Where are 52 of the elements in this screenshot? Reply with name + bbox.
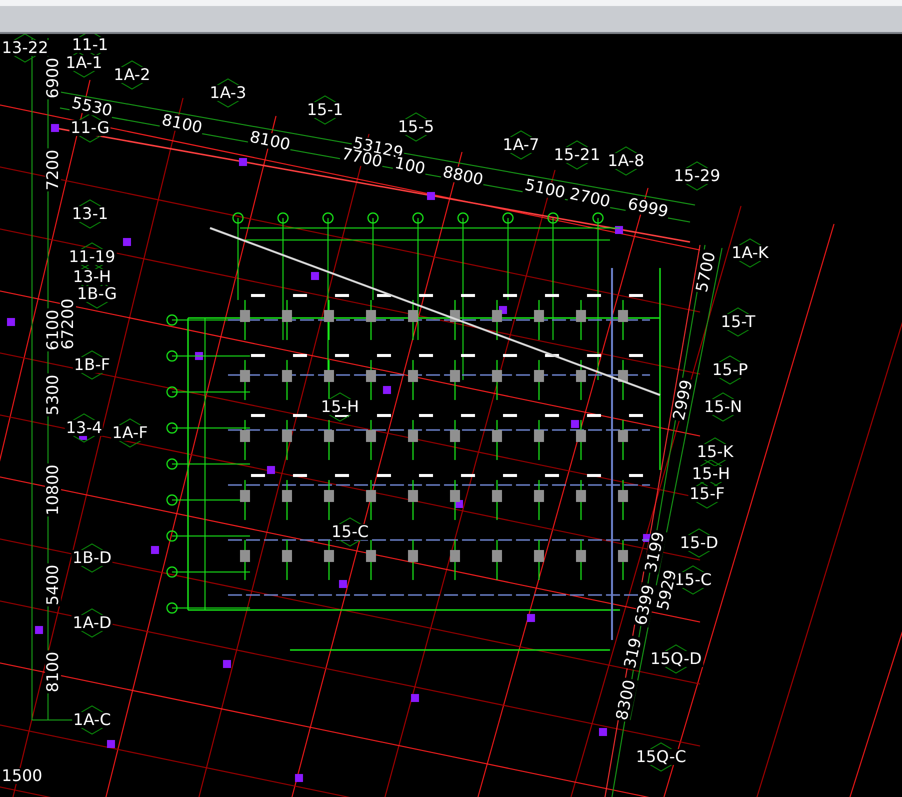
axis-label: 15-D: [678, 535, 720, 551]
axis-label: 1A-1: [64, 55, 104, 71]
dimension-label: 5530: [69, 94, 115, 120]
axis-label: 1A-8: [606, 153, 646, 169]
axis-label: 11-G: [69, 120, 111, 136]
axis-label: 15-P: [711, 362, 749, 378]
dimension-label: 7200: [45, 148, 61, 192]
axis-label: 1A-7: [502, 137, 540, 153]
axis-label: 1A-C: [72, 712, 112, 728]
dimension-label: 1500: [0, 768, 44, 784]
axis-label: 15Q-D: [649, 651, 703, 667]
axis-label: 1B-G: [76, 286, 118, 302]
axis-label: 15-29: [672, 168, 722, 184]
dimension-label: 6900: [45, 56, 61, 100]
dimension-label: 5300: [45, 374, 61, 416]
dimension-label: 8800: [440, 164, 486, 188]
axis-label: 1A-F: [111, 425, 149, 441]
axis-label: 13-1: [70, 206, 110, 222]
dimension-label: 6999: [625, 196, 671, 220]
axis-label: 15-F: [688, 486, 726, 502]
axis-label: 11-1: [70, 37, 110, 53]
axis-label: 15-H: [320, 399, 360, 415]
axis-label: 1A-2: [112, 67, 152, 83]
dimension-label: 67200: [60, 298, 76, 350]
axis-label: 13-H: [72, 269, 112, 285]
dimension-label: 2700: [567, 186, 613, 210]
axis-label: 15-K: [696, 444, 734, 460]
axis-label: 1A-3: [208, 85, 248, 101]
axis-label: 1A-K: [730, 245, 770, 261]
dimension-label: 8100: [45, 650, 61, 694]
dimension-label: 10800: [45, 464, 61, 516]
axis-label: 15-1: [306, 102, 344, 118]
dimension-label: 5400: [45, 564, 61, 606]
dimension-label: 5100: [522, 176, 568, 202]
dimension-label: 2999: [670, 377, 696, 423]
axis-label: 15Q-C: [634, 749, 688, 765]
axis-label: 15-5: [396, 119, 436, 135]
axis-label: 1A-D: [72, 615, 112, 631]
dimension-label: 8100: [159, 112, 205, 136]
dimension-label: 8100: [247, 128, 293, 154]
axis-label: 15-C: [330, 524, 370, 540]
axis-label: 1B-F: [72, 357, 112, 373]
dimension-label: 8300: [614, 677, 638, 723]
dimension-label: 6100: [45, 308, 61, 352]
axis-label: 13-22: [0, 40, 50, 56]
axis-label: 13-4: [64, 420, 104, 436]
axis-label: 1B-D: [71, 550, 113, 566]
axis-label: 11-19: [68, 249, 116, 265]
axis-label: 15-H: [690, 466, 732, 482]
axis-label: 15-T: [720, 314, 756, 330]
axis-label: 15-N: [702, 399, 744, 415]
axis-label: 15-21: [552, 147, 602, 163]
